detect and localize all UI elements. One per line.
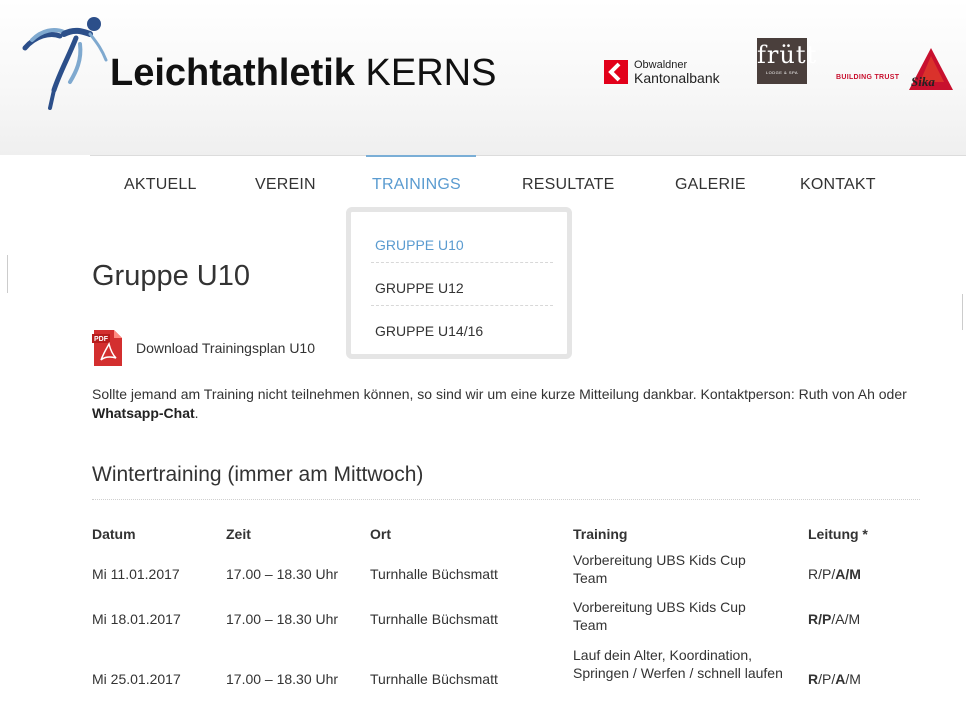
intro-paragraph: Sollte jemand am Training nicht teilnehm…	[92, 386, 907, 421]
nav-item-trainings[interactable]: TRAININGS	[372, 176, 461, 194]
nav-item-resultate[interactable]: RESULTATE	[522, 176, 614, 194]
nav-item-aktuell[interactable]: AKTUELL	[124, 176, 197, 194]
logo-wordmark: Leichtathletik KERNS	[110, 52, 497, 94]
left-edge-marker	[7, 255, 8, 293]
table-cell-ort: Turnhalle Büchsmatt	[370, 671, 498, 687]
download-trainingsplan-link[interactable]: Download Trainingsplan U10	[136, 340, 315, 356]
dropdown-item-gruppe-u12[interactable]: GRUPPE U12	[375, 280, 464, 296]
table-cell-ort: Turnhalle Büchsmatt	[370, 566, 498, 582]
nav-item-verein[interactable]: VEREIN	[255, 176, 316, 194]
site-logo[interactable]: Leichtathletik KERNS	[20, 10, 496, 110]
column-header-leitung: Leitung *	[808, 526, 868, 542]
table-cell-leitung: R/P/A/M	[808, 611, 861, 627]
sika-wordmark: Sika	[911, 74, 935, 89]
dropdown-item-gruppe-u14-16[interactable]: GRUPPE U14/16	[375, 323, 483, 339]
page-title: Gruppe U10	[92, 260, 250, 292]
table-cell-datum: Mi 18.01.2017	[92, 611, 181, 627]
table-cell-training: Lauf dein Alter, Koordination, Springen …	[573, 647, 783, 681]
svg-text:PDF: PDF	[94, 336, 109, 343]
okb-name: Obwaldner Kantonalbank	[634, 59, 720, 86]
dropdown-item-gruppe-u10[interactable]: GRUPPE U10	[375, 237, 464, 253]
frutt-subtitle: LODGE & SPA	[765, 70, 799, 75]
whatsapp-chat-link[interactable]: Whatsapp-Chat	[92, 405, 195, 421]
dropdown-divider	[371, 305, 553, 306]
table-cell-leitung: R/P/A/M	[808, 671, 861, 687]
right-edge-marker	[962, 294, 963, 330]
section-title-wintertraining: Wintertraining (immer am Mittwoch)	[92, 463, 424, 486]
column-header-training: Training	[573, 526, 628, 542]
trainings-dropdown-menu: GRUPPE U10 GRUPPE U12 GRUPPE U14/16	[346, 207, 572, 359]
okb-logo-icon	[604, 60, 628, 84]
sponsor-obwaldner-kantonalbank[interactable]: Obwaldner Kantonalbank	[604, 58, 734, 88]
frutt-wordmark: frütt	[757, 41, 818, 69]
table-cell-ort: Turnhalle Büchsmatt	[370, 611, 498, 627]
section-divider	[92, 499, 920, 500]
nav-item-galerie[interactable]: GALERIE	[675, 176, 746, 194]
table-cell-datum: Mi 25.01.2017	[92, 671, 181, 687]
column-header-zeit: Zeit	[226, 526, 251, 542]
table-cell-datum: Mi 11.01.2017	[92, 566, 180, 582]
sika-tagline: BUILDING TRUST	[836, 74, 900, 81]
dropdown-divider	[371, 262, 553, 263]
table-cell-training: Vorbereitung UBS Kids Cup Team	[573, 552, 746, 586]
pdf-icon[interactable]: PDF	[92, 330, 122, 366]
column-header-ort: Ort	[370, 526, 391, 542]
table-cell-leitung: R/P/A/M	[808, 566, 861, 582]
column-header-datum: Datum	[92, 526, 136, 542]
table-cell-training: Vorbereitung UBS Kids Cup Team	[573, 599, 746, 633]
sponsor-frutt[interactable]: frütt LODGE & SPA	[757, 38, 818, 84]
nav-item-kontakt[interactable]: KONTAKT	[800, 176, 876, 194]
table-cell-zeit: 17.00 – 18.30 Uhr	[226, 671, 339, 687]
main-nav: AKTUELL VEREIN TRAININGS RESULTATE GALER…	[90, 156, 966, 211]
table-cell-zeit: 17.00 – 18.30 Uhr	[226, 566, 339, 582]
table-cell-zeit: 17.00 – 18.30 Uhr	[226, 611, 339, 627]
athlete-logo-icon	[22, 17, 108, 110]
